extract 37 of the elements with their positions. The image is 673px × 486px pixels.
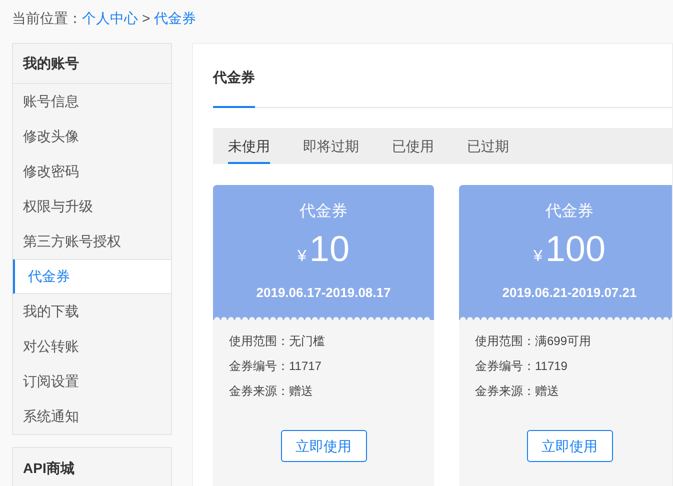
sidebar-item[interactable]: 订阅设置 — [13, 364, 171, 399]
sidebar-item[interactable]: 对公转账 — [13, 329, 171, 364]
sidebar-item[interactable]: 我的下载 — [13, 294, 171, 329]
sidebar-item[interactable]: 修改密码 — [13, 154, 171, 189]
sidebar-heading: 我的账号 — [13, 44, 171, 84]
coupon-detail: 金券编号：11717 — [229, 358, 322, 375]
sidebar-item[interactable]: 代金券 — [13, 259, 171, 294]
tab[interactable]: 未使用 — [228, 128, 270, 164]
sidebar-item[interactable]: 修改头像 — [13, 119, 171, 154]
coupon-amount: 10 — [309, 227, 350, 271]
coupon-detail: 使用范围：满699可用 — [475, 333, 592, 350]
validity-period: 2019.06.21-2019.07.21 — [502, 284, 637, 302]
tab[interactable]: 已使用 — [392, 128, 434, 164]
tab[interactable]: 即将过期 — [303, 128, 359, 164]
sidebar-item[interactable]: 账号信息 — [13, 84, 171, 119]
validity-period: 2019.06.17-2019.08.17 — [256, 284, 391, 302]
breadcrumb-separator: > — [142, 8, 150, 28]
breadcrumb-link[interactable]: 代金券 — [154, 8, 196, 28]
sidebar-heading: API商城 — [22, 458, 76, 478]
sidebar-item[interactable]: 系统通知 — [13, 399, 171, 434]
coupon-detail: 金券来源：赠送 — [229, 383, 314, 400]
coupon-detail: 金券来源：赠送 — [475, 383, 560, 400]
currency-symbol: ¥ — [298, 247, 306, 267]
tab[interactable]: 已过期 — [467, 128, 509, 164]
coupon-title: 代金券 — [546, 202, 594, 222]
coupon-title: 代金券 — [300, 202, 348, 222]
coupon-amount: 100 — [545, 227, 606, 271]
sidebar-item[interactable]: 权限与升级 — [13, 189, 171, 224]
coupon-detail: 使用范围：无门槛 — [229, 333, 326, 350]
breadcrumb-link[interactable]: 个人中心 — [82, 8, 138, 28]
breadcrumb-label: 当前位置： — [12, 8, 82, 28]
use-now-button[interactable]: 立即使用 — [280, 430, 366, 462]
section-title: 代金券 — [213, 64, 255, 108]
currency-symbol: ¥ — [534, 247, 542, 267]
coupon-detail: 金券编号：11719 — [475, 358, 568, 375]
use-now-button[interactable]: 立即使用 — [526, 430, 612, 462]
sidebar-item[interactable]: 第三方账号授权 — [13, 224, 171, 259]
